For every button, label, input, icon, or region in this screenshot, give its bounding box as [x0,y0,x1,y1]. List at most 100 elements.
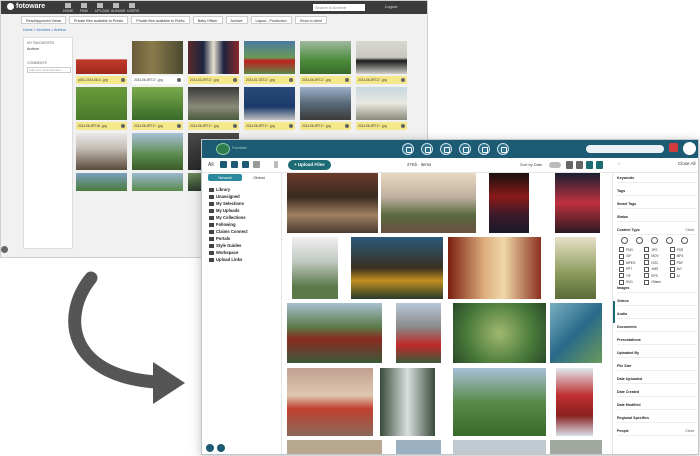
image-thumbnail[interactable] [448,237,541,299]
filter-regional-specifics[interactable]: Regional Specifics [617,413,697,423]
tab-newest[interactable]: Newest [208,174,242,181]
refresh-icon[interactable] [253,161,260,168]
checkbox-mov[interactable]: MOV [644,254,669,259]
upload-icon[interactable] [459,143,471,155]
collapse-icon[interactable] [274,161,278,168]
checkbox-ai[interactable]: AI [670,273,695,278]
video-type-icon[interactable] [636,237,643,244]
filter-keywords[interactable]: Keywords [617,173,697,183]
filter-smart-tags[interactable]: Smart Tags [617,199,697,209]
thumbnail[interactable] [132,133,183,170]
image-thumbnail[interactable] [489,173,529,233]
sidebar-item-following[interactable]: Following [209,221,248,228]
legacy-tab[interactable]: Read/approved Views [21,16,67,24]
folder-icon[interactable] [440,143,452,155]
thumbnail[interactable]: 2014-06-09T17...jpg [132,41,183,84]
legacy-nav-item[interactable]: UPLOAD [95,3,109,13]
filter-presentations[interactable]: Presentations [617,335,697,345]
users-icon[interactable] [478,143,490,155]
checkbox-tif[interactable]: TIF [619,273,644,278]
image-thumbnail[interactable] [287,440,382,454]
filter-content-type[interactable]: Content Type Clear [617,225,697,235]
home-icon[interactable] [402,143,414,155]
checkbox-mp4[interactable]: MP4 [670,254,695,259]
legacy-side-selected[interactable]: Archive [27,47,69,51]
thumbnail[interactable]: 2014-06-09T17...jpg [188,87,239,130]
upload-files-button[interactable]: + Upload Files [288,160,331,170]
thumbnail[interactable]: 2014-06-09T17...jpg [300,41,351,84]
checkbox-pdf[interactable]: PDF [670,260,695,265]
legacy-nav-item[interactable]: ALBUMS [111,3,125,13]
image-thumbnail[interactable] [556,368,593,436]
search-input[interactable] [586,145,664,153]
thumbnail[interactable] [76,133,127,170]
legacy-tab[interactable]: Private files available to Public [131,16,190,24]
sidebar-item-claims-connect[interactable]: Claims Connect [209,228,248,235]
legacy-comment-input[interactable]: Add your comment here... [27,67,71,73]
filter-people[interactable]: People Clear [617,426,697,436]
image-thumbnail[interactable] [292,237,338,299]
image-thumbnail[interactable] [380,368,435,436]
thumbnail[interactable]: 2014-06-09T17...jpg [244,87,295,130]
filter-status[interactable]: Status [617,212,697,222]
filter-file-size[interactable]: File Size [617,361,697,371]
legacy-tab[interactable]: Private files available to Presto [69,16,129,24]
sidebar-item-my-collections[interactable]: My Collections [209,214,248,221]
search-icon[interactable] [421,143,433,155]
clear-button[interactable]: Clear [685,426,694,436]
checkbox-mpeg[interactable]: MPEG [619,260,644,265]
legacy-search-input[interactable]: Search in Archive [313,4,365,11]
checkbox-doc[interactable]: DOC [644,260,669,265]
view-masonry-icon[interactable] [596,161,603,169]
filter-images[interactable]: Images [617,283,697,293]
checkbox-psd[interactable]: PSD [670,247,695,252]
image-thumbnail[interactable] [555,173,600,233]
legacy-nav-item[interactable]: USERS [127,3,139,13]
thumbnail[interactable]: 2014-06-09T18...jpg [76,87,127,130]
tab-oldest[interactable]: Oldest [242,174,276,181]
checkbox-png[interactable]: PNG [619,247,644,252]
image-thumbnail[interactable] [381,173,476,233]
checkbox-xms[interactable]: XMS [644,267,669,272]
image-thumbnail[interactable] [550,440,602,454]
image-thumbnail[interactable] [287,303,382,363]
image-thumbnail[interactable] [396,303,441,363]
list-icon[interactable] [242,161,249,168]
sidebar-item-workspace[interactable]: Workspace [209,249,248,256]
image-thumbnail[interactable] [396,440,441,454]
sidebar-item-upload-links[interactable]: Upload Links [209,256,248,263]
checkbox-eps[interactable]: EPS [644,273,669,278]
sidebar-item-portals[interactable]: Portals [209,235,248,242]
thumbnail[interactable]: 2014-01-03T17...jpg [244,41,295,84]
folder-icon[interactable] [231,161,238,168]
other-type-icon[interactable] [681,237,688,244]
legacy-logout-link[interactable]: Logout [385,4,397,9]
legacy-nav-item[interactable]: HOME [63,3,74,13]
image-thumbnail[interactable] [453,303,546,363]
close-all-button[interactable]: Close All [678,161,696,166]
thumbnail[interactable]: 2014-06-09T17...jpg [132,87,183,130]
image-thumbnail[interactable] [351,237,443,299]
thumbnail[interactable]: 2014-06-09T17...jpg [356,41,407,84]
legacy-tab[interactable]: Archive [225,16,248,24]
folder-add-icon[interactable] [217,444,225,452]
image-thumbnail[interactable] [453,440,546,454]
image-thumbnail[interactable] [550,303,602,363]
legacy-tab[interactable]: Layout - Production [250,16,292,24]
checkbox-ppt[interactable]: PPT [619,267,644,272]
help-icon[interactable] [206,444,214,452]
filter-date-modified[interactable]: Date Modified [617,400,697,410]
grid-icon[interactable] [220,161,227,168]
sidebar-item-style-guides[interactable]: Style Guides [209,242,248,249]
filter-videos[interactable]: Videos [617,296,697,306]
checkbox-jpg[interactable]: JPG [644,247,669,252]
filter-documents[interactable]: Documents [617,322,697,332]
audio-type-icon[interactable] [651,237,658,244]
thumbnail[interactable] [76,173,127,191]
settings-icon[interactable] [497,143,509,155]
sidebar-item-library[interactable]: Library [209,186,248,193]
thumbnail[interactable]: 2014-06-09T17...jpg [356,87,407,130]
view-grid-icon[interactable] [566,161,573,169]
legacy-tab[interactable]: Show to client [294,16,328,24]
legacy-tab[interactable]: Baby Officer [192,16,223,24]
